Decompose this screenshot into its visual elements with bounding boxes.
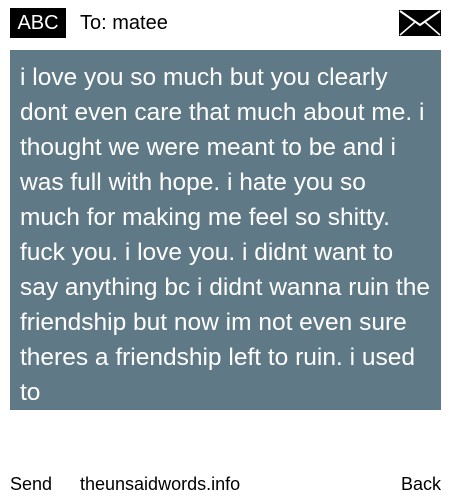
phone-message-screen: ABC To: matee i love you so much but you… xyxy=(0,0,450,500)
send-button[interactable]: Send xyxy=(10,472,52,496)
message-body[interactable]: i love you so much but you clearly dont … xyxy=(10,50,441,410)
back-button[interactable]: Back xyxy=(401,472,441,496)
message-text: i love you so much but you clearly dont … xyxy=(20,64,430,406)
input-mode-badge: ABC xyxy=(10,8,66,38)
site-name: theunsaidwords.info xyxy=(80,474,241,494)
envelope-icon xyxy=(399,10,441,36)
recipient-label: To: matee xyxy=(80,12,168,34)
message-header: ABC To: matee xyxy=(0,0,450,48)
